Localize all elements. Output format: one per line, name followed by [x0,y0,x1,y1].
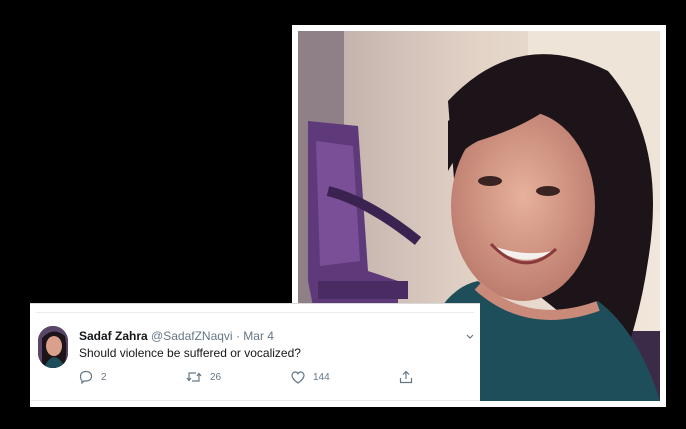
like-count: 144 [313,371,330,383]
tweet-text: Should violence be suffered or vocalized… [79,346,301,360]
separator-dot: · [235,329,240,343]
reply-button[interactable]: 2 [79,368,107,386]
divider [30,400,480,401]
heart-icon [291,370,305,384]
author-name[interactable]: Sadaf Zahra [79,329,148,343]
chevron-down-icon[interactable] [466,332,474,342]
share-icon [399,370,413,384]
retweet-icon [186,372,202,382]
reply-icon [79,370,93,384]
tweet-card[interactable]: Sadaf Zahra @SadafZNaqvi · Mar 4 Should … [30,303,480,407]
avatar-image [38,326,68,368]
reply-count: 2 [101,371,107,383]
tweet-actions: 2 26 144 [79,368,419,386]
tweet-date[interactable]: Mar 4 [243,329,274,343]
retweet-button[interactable]: 26 [186,368,221,386]
divider [36,312,474,313]
share-button[interactable] [399,368,421,386]
retweet-count: 26 [210,371,222,383]
author-handle[interactable]: @SadafZNaqvi [151,329,233,343]
avatar[interactable] [38,326,68,368]
tweet-header: Sadaf Zahra @SadafZNaqvi · Mar 4 [79,329,274,343]
like-button[interactable]: 144 [291,368,330,386]
